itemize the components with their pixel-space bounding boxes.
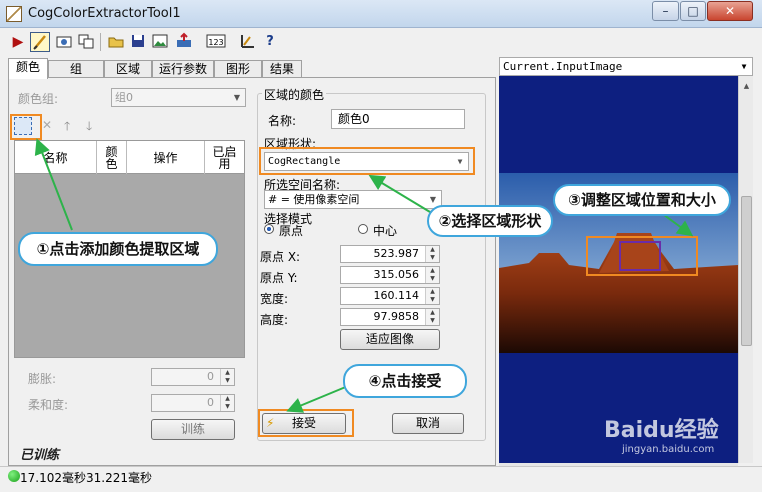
watermark-url: jingyan.baidu.com [622, 444, 715, 455]
tab-color[interactable]: 颜色 [8, 58, 48, 79]
baidu-watermark: Baidu经验 jingyan.baidu.com [604, 412, 744, 464]
watermark-brand: Baidu经验 [604, 418, 719, 443]
callout-adjust-region: ③调整区域位置和大小 [553, 184, 731, 216]
callout-add-region: ①点击添加颜色提取区域 [18, 232, 218, 266]
callout-accept: ④点击接受 [343, 364, 467, 398]
callout-select-shape: ②选择区域形状 [427, 205, 553, 237]
